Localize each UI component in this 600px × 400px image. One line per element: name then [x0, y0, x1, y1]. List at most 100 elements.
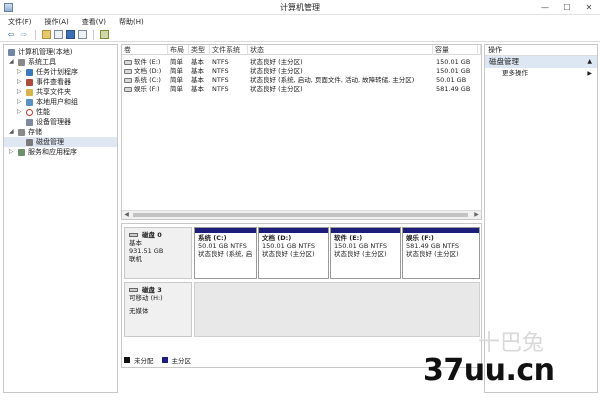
minimize-button[interactable]: —: [538, 1, 552, 13]
cell-filesystem: NTFS: [212, 67, 229, 75]
cell-layout: 简单: [170, 58, 183, 66]
cell-layout: 简单: [170, 67, 183, 75]
help-icon[interactable]: [66, 30, 75, 39]
cell-status: 状态良好 (主分区): [250, 85, 303, 93]
disk3-name: 磁盘 3: [142, 286, 162, 294]
disk3-type: 可移动 (H:): [129, 294, 163, 302]
collapse-caret-icon[interactable]: ▲: [587, 56, 592, 68]
removable-disk-icon: [129, 288, 138, 292]
scrollbar-thumb[interactable]: [133, 213, 468, 217]
tree-item-computer-management[interactable]: 计算机管理(本地): [4, 47, 117, 57]
disk0-name: 磁盘 0: [142, 231, 162, 239]
column-header-capacity[interactable]: 容量: [433, 45, 478, 55]
cell-volume: 娱乐 (F:): [134, 85, 160, 93]
window-title: 计算机管理: [280, 3, 320, 12]
tree-item-services-apps[interactable]: ▷ 服务和应用程序: [4, 147, 117, 157]
hard-disk-icon: [129, 233, 138, 237]
tree-item-label: 计算机管理(本地): [18, 48, 73, 56]
expand-arrow-icon[interactable]: ▷: [17, 97, 23, 107]
window-controls: — ☐ ✕: [538, 1, 596, 13]
table-row[interactable]: 文档 (D:) 简单 基本 NTFS 状态良好 (主分区) 150.01 GB: [122, 67, 481, 76]
table-row[interactable]: 系统 (C:) 简单 基本 NTFS 状态良好 (系统, 启动, 页面文件, 活…: [122, 76, 481, 85]
volume-icon: [124, 87, 132, 92]
column-header-volume[interactable]: 卷: [122, 45, 168, 55]
cell-volume: 文档 (D:): [134, 67, 162, 75]
partition-size: 50.01 GB NTFS: [198, 242, 247, 250]
partition-f[interactable]: 娱乐 (F:) 581.49 GB NTFS 状态良好 (主分区): [402, 227, 480, 279]
column-header-status[interactable]: 状态: [248, 45, 433, 55]
cell-capacity: 150.01 GB: [436, 67, 471, 75]
collapse-arrow-icon[interactable]: ◢: [9, 57, 15, 67]
actions-group-disk-management[interactable]: 磁盘管理 ▲: [485, 56, 597, 68]
partition-e[interactable]: 软件 (E:) 150.01 GB NTFS 状态良好 (主分区): [330, 227, 401, 279]
expand-arrow-icon[interactable]: ▷: [17, 67, 23, 77]
partition-size: 150.01 GB NTFS: [262, 242, 315, 250]
show-hide-tree-icon[interactable]: [54, 30, 63, 39]
up-folder-icon[interactable]: [42, 30, 51, 39]
volume-icon: [124, 69, 132, 74]
horizontal-scrollbar[interactable]: ◀ ▶: [122, 210, 481, 219]
properties-icon[interactable]: [100, 30, 109, 39]
disk3-empty-area: [194, 282, 480, 337]
forward-arrow-icon[interactable]: ⇨: [19, 30, 29, 40]
cell-capacity: 50.01 GB: [436, 76, 467, 84]
tree-item-device-manager[interactable]: 设备管理器: [4, 117, 117, 127]
column-header-type[interactable]: 类型: [189, 45, 210, 55]
tree-item-shared-folders[interactable]: ▷ 共享文件夹: [4, 87, 117, 97]
more-actions-item[interactable]: 更多操作 ▶: [485, 68, 597, 79]
menu-help[interactable]: 帮助(H): [119, 17, 144, 27]
expand-arrow-icon[interactable]: ▷: [17, 77, 23, 87]
collapse-arrow-icon[interactable]: ◢: [9, 127, 15, 137]
disk0-status: 联机: [129, 255, 142, 263]
cell-volume: 软件 (E:): [134, 58, 161, 66]
storage-icon: [18, 129, 25, 136]
partition-size: 150.01 GB NTFS: [334, 242, 387, 250]
tree-item-event-viewer[interactable]: ▷ 事件查看器: [4, 77, 117, 87]
cell-filesystem: NTFS: [212, 76, 229, 84]
disk0-info[interactable]: 磁盘 0 基本 931.51 GB 联机: [124, 227, 192, 279]
back-arrow-icon[interactable]: ⇦: [6, 30, 16, 40]
tree-item-label: 本地用户和组: [36, 98, 78, 106]
volume-list-header: 卷 布局 类型 文件系统 状态 容量 可用空间: [122, 45, 481, 55]
expand-arrow-icon[interactable]: ▷: [17, 107, 23, 117]
maximize-button[interactable]: ☐: [560, 1, 574, 13]
scroll-right-icon[interactable]: ▶: [472, 211, 481, 219]
cell-status: 状态良好 (主分区): [250, 67, 303, 75]
disk-legend: 未分配 主分区: [124, 355, 191, 365]
column-header-layout[interactable]: 布局: [168, 45, 189, 55]
services-icon: [18, 149, 25, 156]
console-icon[interactable]: [78, 30, 87, 39]
partition-d[interactable]: 文档 (D:) 150.01 GB NTFS 状态良好 (主分区): [258, 227, 329, 279]
cell-type: 基本: [191, 67, 204, 75]
cell-capacity: 581.49 GB: [436, 85, 471, 93]
table-row[interactable]: 娱乐 (F:) 简单 基本 NTFS 状态良好 (主分区) 581.49 GB: [122, 85, 481, 94]
menu-file[interactable]: 文件(F): [8, 17, 32, 27]
menu-view[interactable]: 查看(V): [82, 17, 106, 27]
disk-map: 磁盘 0 基本 931.51 GB 联机 系统 (C:) 50.01 GB NT…: [121, 223, 482, 368]
close-button[interactable]: ✕: [582, 1, 596, 13]
tree-item-disk-management[interactable]: 磁盘管理: [4, 137, 117, 147]
cell-filesystem: NTFS: [212, 85, 229, 93]
disk0-type: 基本: [129, 239, 142, 247]
column-header-free-space[interactable]: 可用空间: [478, 45, 481, 55]
menu-action[interactable]: 操作(A): [45, 17, 69, 27]
legend-unallocated: 未分配: [134, 357, 154, 365]
expand-arrow-icon[interactable]: ▷: [17, 87, 23, 97]
tree-item-system-tools[interactable]: ◢ 系统工具: [4, 57, 117, 67]
volume-icon: [124, 60, 132, 65]
clock-icon: [26, 69, 33, 76]
partition-c[interactable]: 系统 (C:) 50.01 GB NTFS 状态良好 (系统, 启: [194, 227, 257, 279]
partition-name: 娱乐 (F:): [406, 234, 434, 242]
expand-arrow-icon[interactable]: ▷: [9, 147, 15, 157]
cell-type: 基本: [191, 58, 204, 66]
table-row[interactable]: 软件 (E:) 简单 基本 NTFS 状态良好 (主分区) 150.01 GB: [122, 58, 481, 67]
column-header-filesystem[interactable]: 文件系统: [210, 45, 248, 55]
partition-status: 状态良好 (系统, 启: [198, 250, 253, 258]
tree-item-storage[interactable]: ◢ 存储: [4, 127, 117, 137]
scroll-left-icon[interactable]: ◀: [122, 211, 131, 219]
tree-item-task-scheduler[interactable]: ▷ 任务计划程序: [4, 67, 117, 77]
tree-item-local-users[interactable]: ▷ 本地用户和组: [4, 97, 117, 107]
disk3-info[interactable]: 磁盘 3 可移动 (H:) 无媒体: [124, 282, 192, 337]
tree-item-performance[interactable]: ▷ 性能: [4, 107, 117, 117]
navigation-tree: 计算机管理(本地) ◢ 系统工具 ▷ 任务计划程序 ▷ 事件查看器 ▷ 共享文件…: [3, 44, 118, 393]
